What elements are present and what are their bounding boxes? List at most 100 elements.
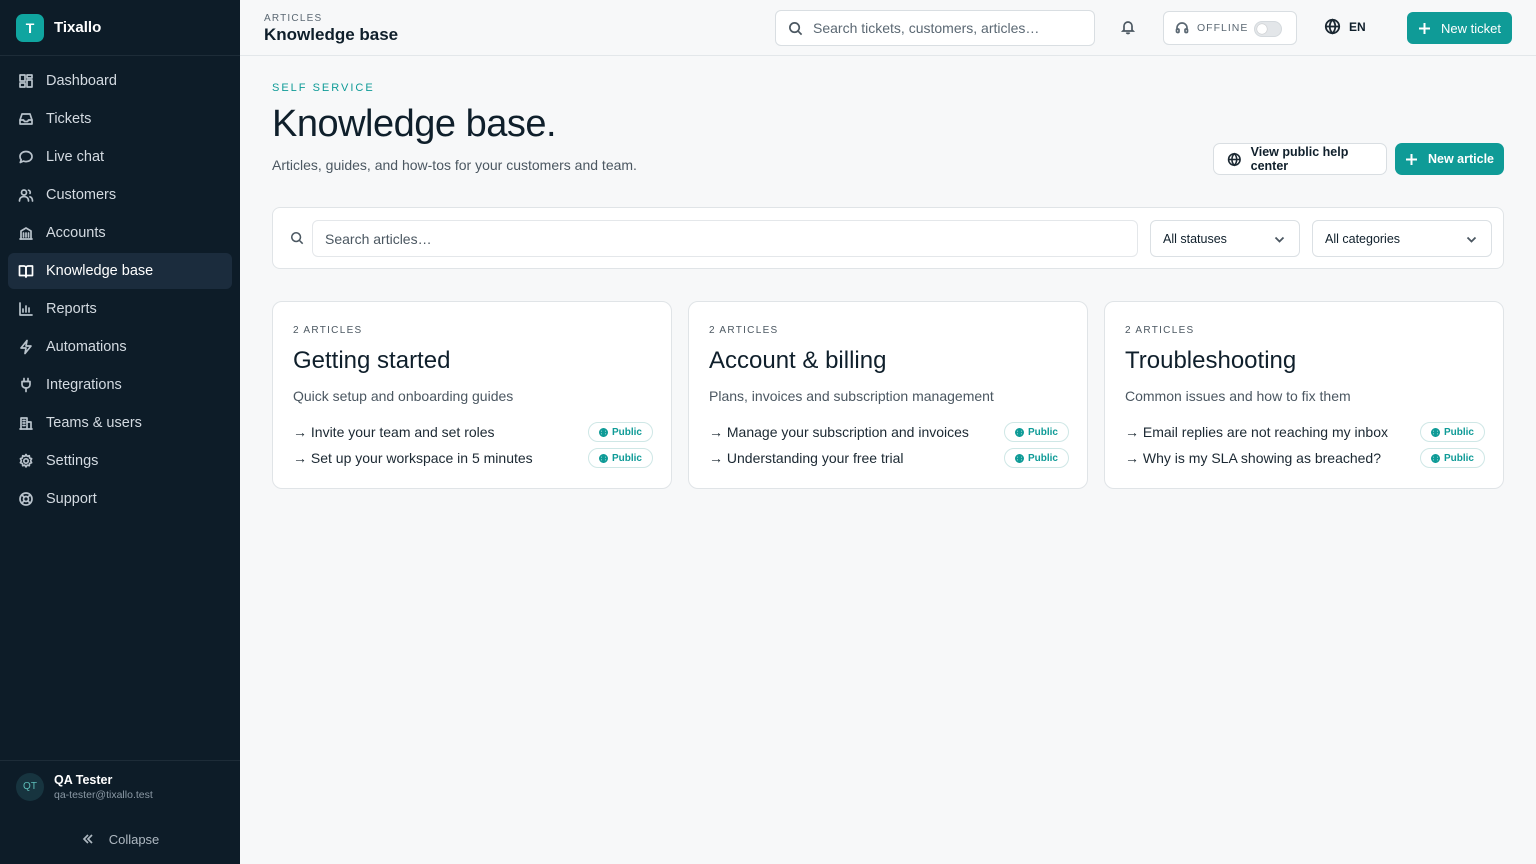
category-description: Common issues and how to fix them [1125,388,1351,404]
chevron-down-icon [1274,236,1285,243]
sidebar-item-support[interactable]: Support [8,481,232,517]
bolt-icon [20,339,32,355]
search-icon [789,21,803,35]
status-switch[interactable] [1254,21,1282,37]
plug-icon [21,377,31,393]
globe-icon [1430,427,1440,437]
article-link[interactable]: → Manage your subscription and invoices … [709,421,1069,443]
sidebar-item-customers[interactable]: Customers [8,177,232,213]
badge-label: Public [611,452,642,464]
category-description: Plans, invoices and subscription managem… [709,388,994,404]
sidebar-item-tickets[interactable]: Tickets [8,101,232,137]
article-title: → Understanding your free trial [709,450,904,466]
plus-icon [1419,22,1431,34]
users-icon [18,189,34,202]
category-filter-select[interactable]: All categories [1312,220,1492,257]
sidebar-nav: Dashboard Tickets Live chat Customers Ac… [0,56,240,526]
sidebar-item-label: Settings [46,453,99,469]
notifications-button[interactable] [1120,19,1138,37]
book-icon [18,265,34,278]
sidebar-item-label: Customers [46,187,117,203]
new-ticket-label: New ticket [1441,20,1501,36]
sidebar-item-knowledge-base[interactable]: Knowledge base [8,253,232,289]
visibility-badge: Public [1003,448,1069,468]
page-title: Knowledge base. [272,103,557,145]
visibility-badge: Public [587,448,653,468]
sidebar-item-label: Integrations [46,377,122,393]
sidebar-item-settings[interactable]: Settings [8,443,232,479]
collapse-label: Collapse [108,831,160,847]
sidebar-item-label: Live chat [46,149,105,165]
new-article-label: New article [1427,152,1494,166]
article-link[interactable]: → Understanding your free trial Public [709,447,1069,469]
new-article-button[interactable]: New article [1395,143,1504,175]
globe-icon [1324,18,1341,35]
sidebar-item-teams-users[interactable]: Teams & users [8,405,232,441]
article-link[interactable]: → Invite your team and set roles Public [293,421,653,443]
filter-bar: All statuses All categories [272,207,1504,269]
article-link[interactable]: → Set up your workspace in 5 minutes Pub… [293,447,653,469]
category-card-troubleshooting[interactable]: 2 ARTICLES Troubleshooting Common issues… [1104,301,1504,489]
chat-icon [19,150,33,164]
view-help-center-label: View public help center [1250,145,1349,173]
bell-icon [1120,21,1136,35]
globe-icon [1014,427,1024,437]
user-email: qa-tester@tixallo.test [54,788,153,801]
category-title[interactable]: Account & billing [709,347,886,375]
category-card-account-billing[interactable]: 2 ARTICLES Account & billing Plans, invo… [688,301,1088,489]
category-title[interactable]: Troubleshooting [1125,347,1296,375]
article-count: 2 ARTICLES [293,325,363,336]
category-card-getting-started[interactable]: 2 ARTICLES Getting started Quick setup a… [272,301,672,489]
dashboard-icon [19,74,33,88]
article-title: → Email replies are not reaching my inbo… [1125,424,1389,440]
view-help-center-button[interactable]: View public help center [1213,143,1387,175]
article-title: → Invite your team and set roles [293,424,495,440]
sidebar-item-automations[interactable]: Automations [8,329,232,365]
sidebar-item-accounts[interactable]: Accounts [8,215,232,251]
status-label: OFFLINE [1197,22,1249,34]
sidebar-item-label: Tickets [46,111,92,127]
sidebar-item-label: Dashboard [46,73,117,89]
agent-status-toggle[interactable]: OFFLINE [1163,11,1297,45]
header-title: Knowledge base [264,25,399,44]
badge-label: Public [1443,426,1474,438]
brand-name: Tixallo [54,19,102,36]
category-title[interactable]: Getting started [293,347,450,375]
sidebar-item-live-chat[interactable]: Live chat [8,139,232,175]
status-filter-select[interactable]: All statuses [1150,220,1300,257]
sidebar-item-label: Automations [46,339,127,355]
user-profile[interactable]: QT QA Tester qa-tester@tixallo.test [0,760,240,812]
article-search-input[interactable] [312,220,1138,257]
page-subtitle: Articles, guides, and how-tos for your c… [272,157,637,173]
brand[interactable]: T Tixallo [0,0,240,56]
category-description: Quick setup and onboarding guides [293,388,514,404]
new-ticket-button[interactable]: New ticket [1407,12,1512,44]
sidebar-item-label: Teams & users [46,415,142,431]
headset-icon [1175,22,1189,34]
visibility-badge: Public [587,422,653,442]
article-count: 2 ARTICLES [709,325,779,336]
article-title: → Set up your workspace in 5 minutes [293,450,533,466]
article-link[interactable]: → Why is my SLA showing as breached? Pub… [1125,447,1485,469]
collapse-button[interactable]: Collapse [0,814,240,864]
breadcrumb: ARTICLES [264,13,323,24]
team-icon [19,417,33,430]
topbar: ARTICLES Knowledge base OFFLINE EN New t… [240,0,1536,56]
article-count: 2 ARTICLES [1125,325,1195,336]
global-search-input[interactable] [813,20,1083,36]
globe-icon [1227,152,1241,166]
sidebar-item-dashboard[interactable]: Dashboard [8,63,232,99]
language-selector[interactable]: EN [1324,18,1366,35]
badge-label: Public [1027,426,1058,438]
sidebar-item-label: Reports [46,301,97,317]
plus-icon [1405,153,1417,165]
globe-icon [1014,453,1024,463]
sidebar-item-integrations[interactable]: Integrations [8,367,232,403]
gear-icon [19,453,33,468]
article-title: → Manage your subscription and invoices [709,424,969,440]
global-search[interactable] [775,10,1095,46]
inbox-icon [19,113,33,125]
building-icon [19,227,33,240]
sidebar-item-reports[interactable]: Reports [8,291,232,327]
article-link[interactable]: → Email replies are not reaching my inbo… [1125,421,1485,443]
